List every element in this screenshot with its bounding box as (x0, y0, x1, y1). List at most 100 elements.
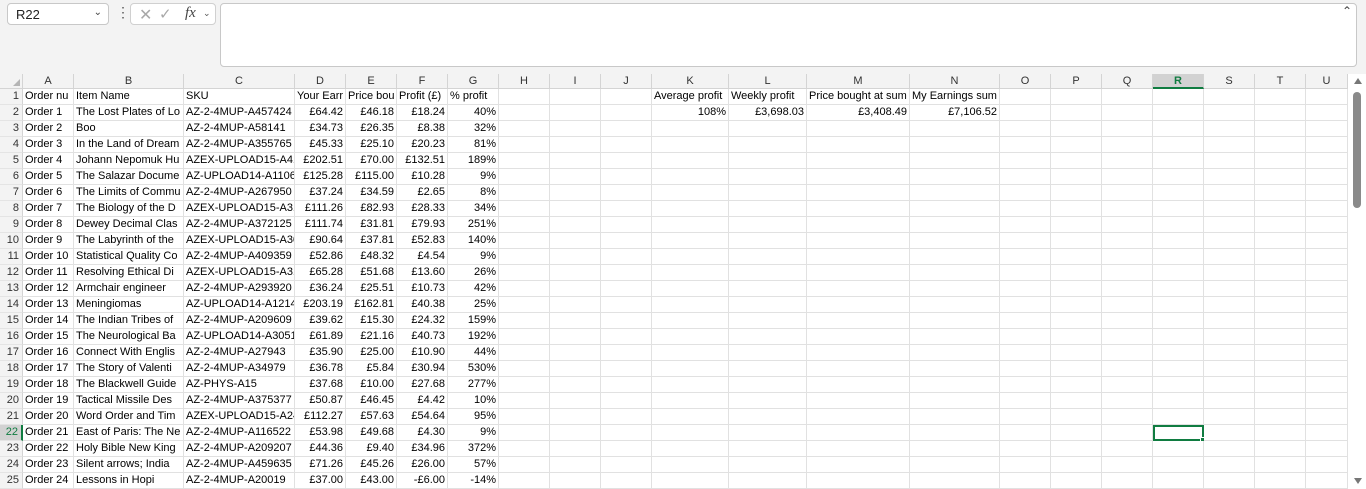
cell-b6[interactable]: The Salazar Docume (74, 169, 184, 185)
cell-t15[interactable] (1255, 313, 1306, 329)
cell-d12[interactable]: £65.28 (295, 265, 346, 281)
cell-a7[interactable]: Order 6 (23, 185, 74, 201)
cell-n8[interactable] (910, 201, 1000, 217)
cell-c21[interactable]: AZEX-UPLOAD15-A24 (184, 409, 295, 425)
cell-u15[interactable] (1306, 313, 1348, 329)
cell-e8[interactable]: £82.93 (346, 201, 397, 217)
cell-e14[interactable]: £162.81 (346, 297, 397, 313)
cell-r14[interactable] (1153, 297, 1204, 313)
cell-f13[interactable]: £10.73 (397, 281, 448, 297)
cell-a11[interactable]: Order 10 (23, 249, 74, 265)
cell-e22[interactable]: £49.68 (346, 425, 397, 441)
cell-b4[interactable]: In the Land of Dream (74, 137, 184, 153)
cell-m11[interactable] (807, 249, 910, 265)
cell-i25[interactable] (550, 473, 601, 489)
cell-t9[interactable] (1255, 217, 1306, 233)
cell-o14[interactable] (1000, 297, 1051, 313)
cell-i20[interactable] (550, 393, 601, 409)
cell-s4[interactable] (1204, 137, 1255, 153)
cell-m7[interactable] (807, 185, 910, 201)
cell-t2[interactable] (1255, 105, 1306, 121)
cell-k23[interactable] (652, 441, 729, 457)
cell-t11[interactable] (1255, 249, 1306, 265)
cell-g2[interactable]: 40% (448, 105, 499, 121)
cell-k13[interactable] (652, 281, 729, 297)
cell-c20[interactable]: AZ-2-4MUP-A375377 (184, 393, 295, 409)
cell-j19[interactable] (601, 377, 652, 393)
cell-d22[interactable]: £53.98 (295, 425, 346, 441)
cell-a17[interactable]: Order 16 (23, 345, 74, 361)
cell-d7[interactable]: £37.24 (295, 185, 346, 201)
formula-input[interactable] (220, 3, 1357, 67)
cell-o8[interactable] (1000, 201, 1051, 217)
cell-b8[interactable]: The Biology of the D (74, 201, 184, 217)
cell-u18[interactable] (1306, 361, 1348, 377)
cell-k11[interactable] (652, 249, 729, 265)
cell-t1[interactable] (1255, 89, 1306, 105)
cell-c5[interactable]: AZEX-UPLOAD15-A41 (184, 153, 295, 169)
cell-e7[interactable]: £34.59 (346, 185, 397, 201)
cell-c12[interactable]: AZEX-UPLOAD15-A31 (184, 265, 295, 281)
row-header-3[interactable]: 3 (0, 121, 23, 137)
cell-j11[interactable] (601, 249, 652, 265)
cell-p3[interactable] (1051, 121, 1102, 137)
cell-l14[interactable] (729, 297, 807, 313)
cell-h11[interactable] (499, 249, 550, 265)
cell-c16[interactable]: AZ-UPLOAD14-A3051 (184, 329, 295, 345)
cell-c14[interactable]: AZ-UPLOAD14-A1214 (184, 297, 295, 313)
cell-n18[interactable] (910, 361, 1000, 377)
cell-p21[interactable] (1051, 409, 1102, 425)
cell-n16[interactable] (910, 329, 1000, 345)
cell-p11[interactable] (1051, 249, 1102, 265)
cell-o13[interactable] (1000, 281, 1051, 297)
cell-r4[interactable] (1153, 137, 1204, 153)
row-header-12[interactable]: 12 (0, 265, 23, 281)
cell-a1[interactable]: Order nu (23, 89, 74, 105)
cell-u22[interactable] (1306, 425, 1348, 441)
row-header-14[interactable]: 14 (0, 297, 23, 313)
cell-c7[interactable]: AZ-2-4MUP-A267950 (184, 185, 295, 201)
cell-h1[interactable] (499, 89, 550, 105)
cell-a19[interactable]: Order 18 (23, 377, 74, 393)
cell-p16[interactable] (1051, 329, 1102, 345)
cell-c2[interactable]: AZ-2-4MUP-A457424 (184, 105, 295, 121)
cell-c3[interactable]: AZ-2-4MUP-A58141 (184, 121, 295, 137)
cell-u12[interactable] (1306, 265, 1348, 281)
cell-b19[interactable]: The Blackwell Guide (74, 377, 184, 393)
cell-p13[interactable] (1051, 281, 1102, 297)
cell-e23[interactable]: £9.40 (346, 441, 397, 457)
cell-q3[interactable] (1102, 121, 1153, 137)
cell-b10[interactable]: The Labyrinth of the (74, 233, 184, 249)
cell-f6[interactable]: £10.28 (397, 169, 448, 185)
cell-u19[interactable] (1306, 377, 1348, 393)
cell-u2[interactable] (1306, 105, 1348, 121)
cell-s25[interactable] (1204, 473, 1255, 489)
cell-a22[interactable]: Order 21 (23, 425, 74, 441)
cell-u8[interactable] (1306, 201, 1348, 217)
cell-g21[interactable]: 95% (448, 409, 499, 425)
cell-l11[interactable] (729, 249, 807, 265)
cell-q24[interactable] (1102, 457, 1153, 473)
cell-q17[interactable] (1102, 345, 1153, 361)
scrollbar-thumb[interactable] (1353, 92, 1361, 208)
more-options-icon[interactable]: ⋮ (116, 4, 130, 21)
cell-l20[interactable] (729, 393, 807, 409)
cell-u14[interactable] (1306, 297, 1348, 313)
cell-i4[interactable] (550, 137, 601, 153)
cell-f16[interactable]: £40.73 (397, 329, 448, 345)
cell-f9[interactable]: £79.93 (397, 217, 448, 233)
cell-q21[interactable] (1102, 409, 1153, 425)
cell-r16[interactable] (1153, 329, 1204, 345)
cell-e16[interactable]: £21.16 (346, 329, 397, 345)
cell-n7[interactable] (910, 185, 1000, 201)
cell-n21[interactable] (910, 409, 1000, 425)
cell-j2[interactable] (601, 105, 652, 121)
cell-u3[interactable] (1306, 121, 1348, 137)
cell-f17[interactable]: £10.90 (397, 345, 448, 361)
cell-o17[interactable] (1000, 345, 1051, 361)
cell-e9[interactable]: £31.81 (346, 217, 397, 233)
cell-p17[interactable] (1051, 345, 1102, 361)
cell-o5[interactable] (1000, 153, 1051, 169)
cell-b5[interactable]: Johann Nepomuk Hu (74, 153, 184, 169)
cell-l9[interactable] (729, 217, 807, 233)
